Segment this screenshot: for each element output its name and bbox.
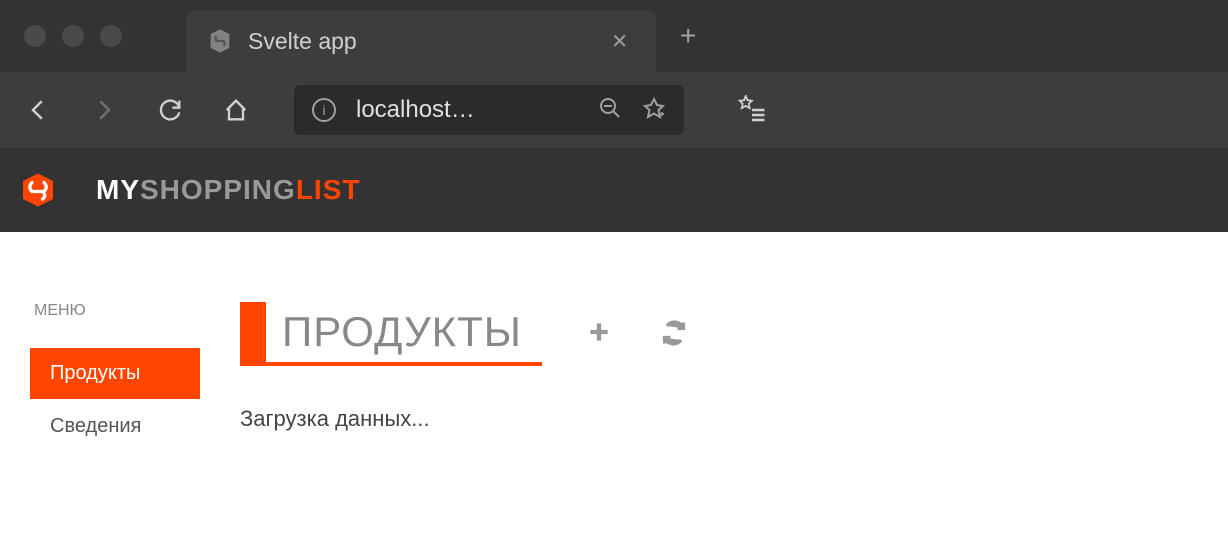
app-header: MYSHOPPINGLIST — [0, 148, 1228, 232]
address-text: localhost… — [356, 96, 578, 124]
page-title-row: ПРОДУКТЫ — [240, 302, 1198, 366]
sidebar-item-products[interactable]: Продукты — [30, 348, 200, 399]
address-bar[interactable]: i localhost… — [294, 85, 684, 135]
app-title-part2: SHOPPING — [140, 174, 296, 205]
home-button[interactable] — [218, 92, 254, 128]
sidebar: МЕНЮ Продукты Сведения — [30, 302, 200, 454]
window-maximize[interactable] — [100, 25, 122, 47]
site-info-icon[interactable]: i — [312, 98, 336, 122]
browser-chrome: Svelte app ✕ + i localhost… — [0, 0, 1228, 148]
refresh-button[interactable] — [660, 319, 690, 349]
favorite-add-icon[interactable] — [642, 96, 666, 125]
app-title: MYSHOPPINGLIST — [96, 174, 360, 206]
loading-text: Загрузка данных... — [240, 406, 1198, 432]
window-minimize[interactable] — [62, 25, 84, 47]
page-title: ПРОДУКТЫ — [266, 302, 542, 362]
back-button[interactable] — [20, 92, 56, 128]
sidebar-item-info[interactable]: Сведения — [30, 401, 200, 452]
favorites-list-icon[interactable] — [734, 92, 770, 128]
tab-title: Svelte app — [248, 28, 603, 55]
page-title-block: ПРОДУКТЫ — [240, 302, 542, 366]
tab-close-icon[interactable]: ✕ — [603, 25, 636, 58]
main-content: МЕНЮ Продукты Сведения ПРОДУКТЫ Загрузка… — [0, 232, 1228, 524]
add-button[interactable] — [586, 319, 616, 349]
sidebar-item-label: Продукты — [50, 362, 140, 384]
svelte-favicon-icon — [206, 27, 234, 55]
browser-tab[interactable]: Svelte app ✕ — [186, 10, 656, 72]
zoom-out-icon[interactable] — [598, 96, 622, 125]
reload-button[interactable] — [152, 92, 188, 128]
app-title-part3: LIST — [296, 174, 361, 205]
content-area: ПРОДУКТЫ Загрузка данных... — [240, 302, 1198, 454]
window-controls — [10, 25, 136, 47]
svelte-logo-icon — [20, 172, 56, 208]
nav-bar: i localhost… — [0, 72, 1228, 148]
forward-button[interactable] — [86, 92, 122, 128]
tab-bar: Svelte app ✕ + — [0, 0, 1228, 72]
title-accent — [240, 302, 266, 362]
new-tab-button[interactable]: + — [656, 20, 720, 52]
sidebar-label: МЕНЮ — [30, 302, 200, 320]
sidebar-item-label: Сведения — [50, 415, 141, 437]
window-close[interactable] — [24, 25, 46, 47]
app-title-part1: MY — [96, 174, 140, 205]
